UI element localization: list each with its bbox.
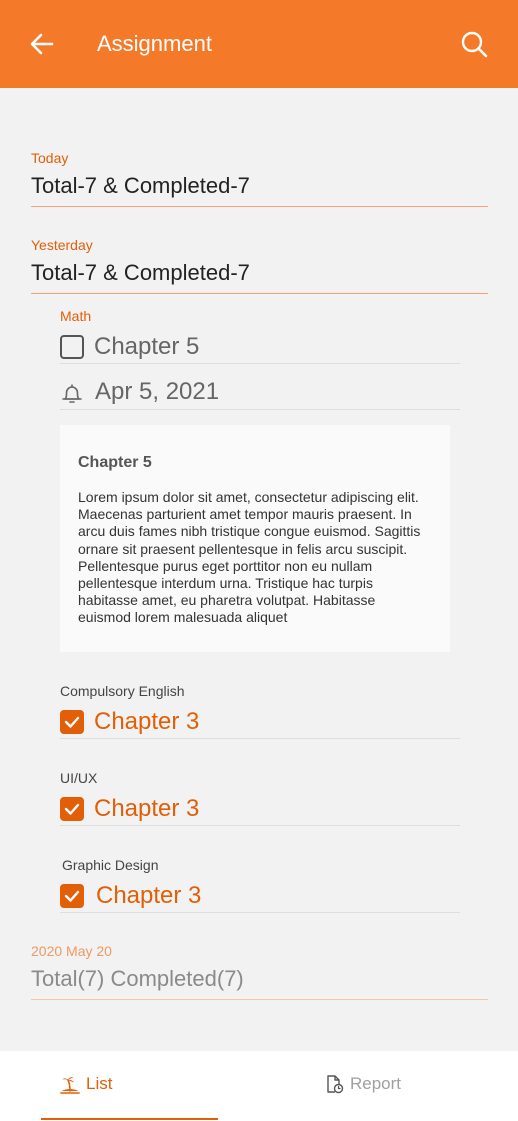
check-icon <box>64 716 80 728</box>
subject-label-math: Math <box>60 308 92 324</box>
nav-label-report: Report <box>350 1074 402 1093</box>
back-arrow-icon[interactable] <box>26 28 58 60</box>
group-summary-2020-may-20[interactable]: Total(7) Completed(7) <box>31 965 488 1000</box>
report-clock-icon <box>327 1075 344 1094</box>
task-label: Chapter 5 <box>94 333 200 360</box>
checkbox-unchecked[interactable] <box>60 335 84 359</box>
nav-tab-report[interactable]: Report <box>300 1051 500 1121</box>
search-icon[interactable] <box>458 28 490 60</box>
group-summary-today[interactable]: Total-7 & Completed-7 <box>31 172 488 207</box>
task-label: Chapter 3 <box>96 882 202 909</box>
task-row-compulsory-english[interactable]: Chapter 3 <box>60 707 460 739</box>
task-row-graphic-design[interactable]: Chapter 3 <box>60 881 460 913</box>
task-row-ui-ux[interactable]: Chapter 3 <box>60 794 460 826</box>
checkbox-checked[interactable] <box>60 884 84 908</box>
check-icon <box>64 890 80 902</box>
nav-label-list: List <box>86 1074 113 1093</box>
assignment-note-card: Chapter 5 Lorem ipsum dolor sit amet, co… <box>60 425 450 652</box>
checkbox-checked[interactable] <box>60 710 84 734</box>
group-date-today: Today <box>31 150 69 166</box>
group-summary-yesterday[interactable]: Total-7 & Completed-7 <box>31 259 488 294</box>
island-icon <box>60 1077 80 1094</box>
note-body: Lorem ipsum dolor sit amet, consectetur … <box>78 489 421 626</box>
app-bar: Assignment <box>0 0 518 88</box>
group-date-yesterday: Yesterday <box>31 237 93 253</box>
subject-label-graphic-design: Graphic Design <box>62 857 159 873</box>
bell-icon <box>62 384 82 403</box>
check-icon <box>64 803 80 815</box>
subject-label-compulsory-english: Compulsory English <box>60 683 185 699</box>
active-tab-indicator <box>41 1118 218 1120</box>
task-row-math[interactable]: Chapter 5 <box>60 332 460 364</box>
note-title: Chapter 5 <box>78 454 152 471</box>
task-label: Chapter 3 <box>94 708 200 735</box>
reminder-date: Apr 5, 2021 <box>95 378 220 405</box>
page-title: Assignment <box>97 31 212 56</box>
checkbox-checked[interactable] <box>60 797 84 821</box>
bottom-navigation: List Report <box>0 1051 518 1121</box>
reminder-row[interactable]: Apr 5, 2021 <box>60 375 460 410</box>
subject-label-ui-ux: UI/UX <box>60 770 98 786</box>
group-date-2020-may-20: 2020 May 20 <box>31 943 112 959</box>
task-label: Chapter 3 <box>94 795 200 822</box>
nav-tab-list[interactable]: List <box>41 1051 218 1121</box>
